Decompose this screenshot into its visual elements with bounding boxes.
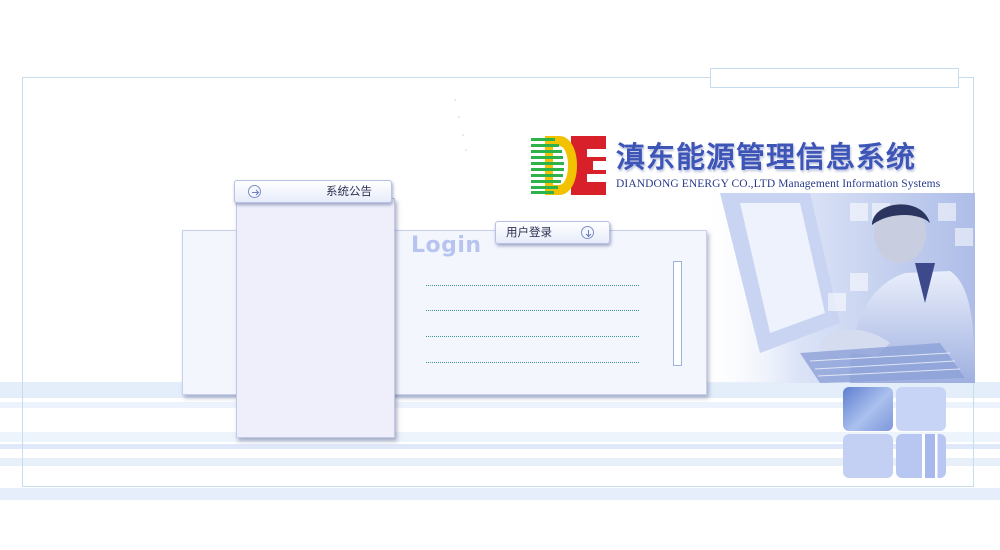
background-band — [0, 488, 1000, 500]
notice-tab-label: 系统公告 — [326, 184, 372, 198]
arrow-right-circle-icon — [248, 185, 261, 198]
notice-tab[interactable]: 系统公告 — [234, 180, 392, 203]
system-subtitle: DIANDONG ENERGY CO.,LTD Management Infor… — [616, 178, 941, 190]
arrow-down-circle-icon — [581, 226, 594, 239]
frame-header-tab — [710, 68, 959, 88]
username-field[interactable] — [426, 285, 639, 286]
login-page: 滇东能源管理信息系统 DIANDONG ENERGY CO.,LTD Manag… — [0, 0, 1000, 550]
notice-panel — [236, 198, 395, 438]
decorative-tile — [896, 387, 946, 431]
system-title: 滇东能源管理信息系统 — [616, 140, 917, 174]
verification-field[interactable] — [426, 336, 639, 337]
login-tab-label: 用户登录 — [506, 225, 552, 239]
login-tab[interactable]: 用户登录 — [495, 221, 610, 244]
login-heading: Login — [411, 233, 482, 258]
decorative-tile — [896, 434, 946, 478]
businessman-photo — [700, 193, 975, 383]
extra-field[interactable] — [426, 362, 639, 363]
company-logo — [531, 136, 606, 195]
decorative-tile — [843, 434, 893, 478]
password-field[interactable] — [426, 310, 639, 311]
decorative-dots — [454, 99, 467, 151]
login-scrollbar[interactable] — [673, 261, 682, 366]
decorative-tile — [843, 387, 893, 431]
